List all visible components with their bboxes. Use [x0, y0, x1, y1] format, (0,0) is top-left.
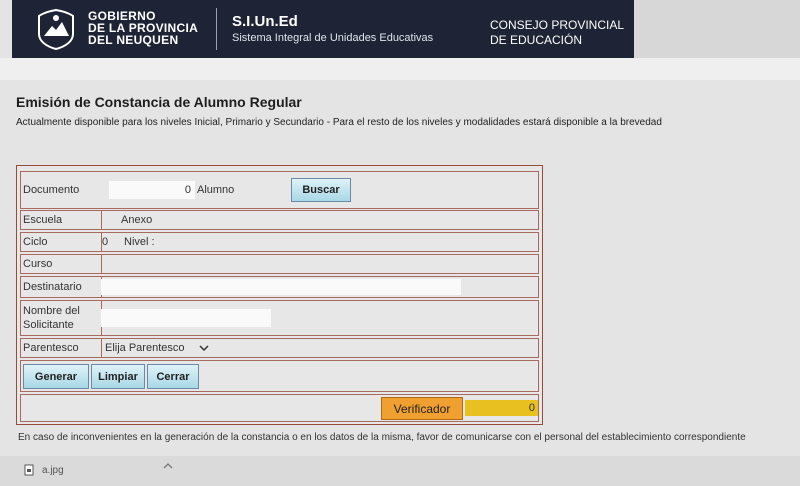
ciclo-label: Ciclo — [21, 233, 102, 251]
destinatario-row: Destinatario — [20, 276, 539, 298]
download-file-name[interactable]: a.jpg — [42, 465, 64, 476]
page-subtitle: Actualmente disponible para los niveles … — [16, 117, 662, 128]
destinatario-label: Destinatario — [21, 277, 102, 297]
destinatario-input[interactable] — [101, 279, 461, 295]
escuela-row: Escuela Anexo — [20, 210, 539, 230]
solicitante-row: Nombre del Solicitante — [20, 300, 539, 336]
gov-line-3: DEL NEUQUEN — [88, 33, 179, 47]
nivel-label: Nivel : — [124, 236, 155, 248]
escuela-label: Escuela — [21, 211, 102, 229]
cerrar-button[interactable]: Cerrar — [147, 364, 199, 389]
parentesco-row: Parentesco Elija Parentesco — [20, 338, 539, 358]
footer-note: En caso de inconvenientes en la generaci… — [18, 432, 746, 443]
solicitante-input[interactable] — [101, 309, 271, 327]
documento-row: Documento 0 Alumno Buscar — [20, 171, 539, 209]
actions-row: Generar Limpiar Cerrar — [20, 360, 539, 392]
buscar-button[interactable]: Buscar — [291, 178, 351, 202]
file-icon — [24, 464, 34, 476]
constancia-form: Documento 0 Alumno Buscar Escuela Anexo … — [16, 165, 543, 425]
government-title: GOBIERNO DE LA PROVINCIA DEL NEUQUEN — [88, 10, 198, 46]
limpiar-button[interactable]: Limpiar — [91, 364, 145, 389]
parentesco-selected: Elija Parentesco — [105, 342, 185, 354]
ciclo-row: Ciclo 0 Nivel : — [20, 232, 539, 252]
generar-button[interactable]: Generar — [23, 364, 89, 389]
header-band — [0, 58, 800, 80]
chevron-up-icon[interactable] — [163, 462, 173, 470]
download-bar: a.jpg — [0, 456, 800, 486]
parentesco-label: Parentesco — [21, 339, 102, 357]
solicitante-label: Nombre del Solicitante — [21, 301, 102, 335]
curso-label: Curso — [21, 255, 102, 273]
anexo-label: Anexo — [121, 214, 153, 226]
verificador-row: Verificador 0 — [20, 394, 539, 422]
verificador-button[interactable]: Verificador — [381, 397, 463, 420]
solicitante-label-line-1: Nombre del — [23, 305, 80, 317]
parentesco-select[interactable]: Elija Parentesco — [105, 339, 225, 357]
site-header: GOBIERNO DE LA PROVINCIA DEL NEUQUEN S.I… — [12, 0, 634, 58]
system-description: Sistema Integral de Unidades Educativas — [232, 32, 434, 44]
council-line-2: DE EDUCACIÓN — [490, 33, 583, 47]
documento-label: Documento — [23, 184, 80, 196]
system-name: S.I.Un.Ed — [232, 13, 298, 30]
ciclo-value: 0 — [102, 236, 109, 248]
page-title: Emisión de Constancia de Alumno Regular — [16, 94, 302, 110]
council-name: CONSEJO PROVINCIAL DE EDUCACIÓN — [490, 18, 624, 48]
header-divider — [216, 8, 217, 50]
verificador-field: 0 — [465, 400, 538, 416]
curso-row: Curso — [20, 254, 539, 274]
documento-input[interactable]: 0 — [109, 181, 195, 199]
council-line-1: CONSEJO PROVINCIAL — [490, 18, 625, 32]
solicitante-label-line-2: Solicitante — [23, 319, 74, 331]
alumno-label: Alumno — [197, 184, 235, 196]
chevron-down-icon — [198, 345, 209, 352]
province-shield-icon — [38, 8, 74, 50]
header-right-area — [634, 0, 800, 58]
